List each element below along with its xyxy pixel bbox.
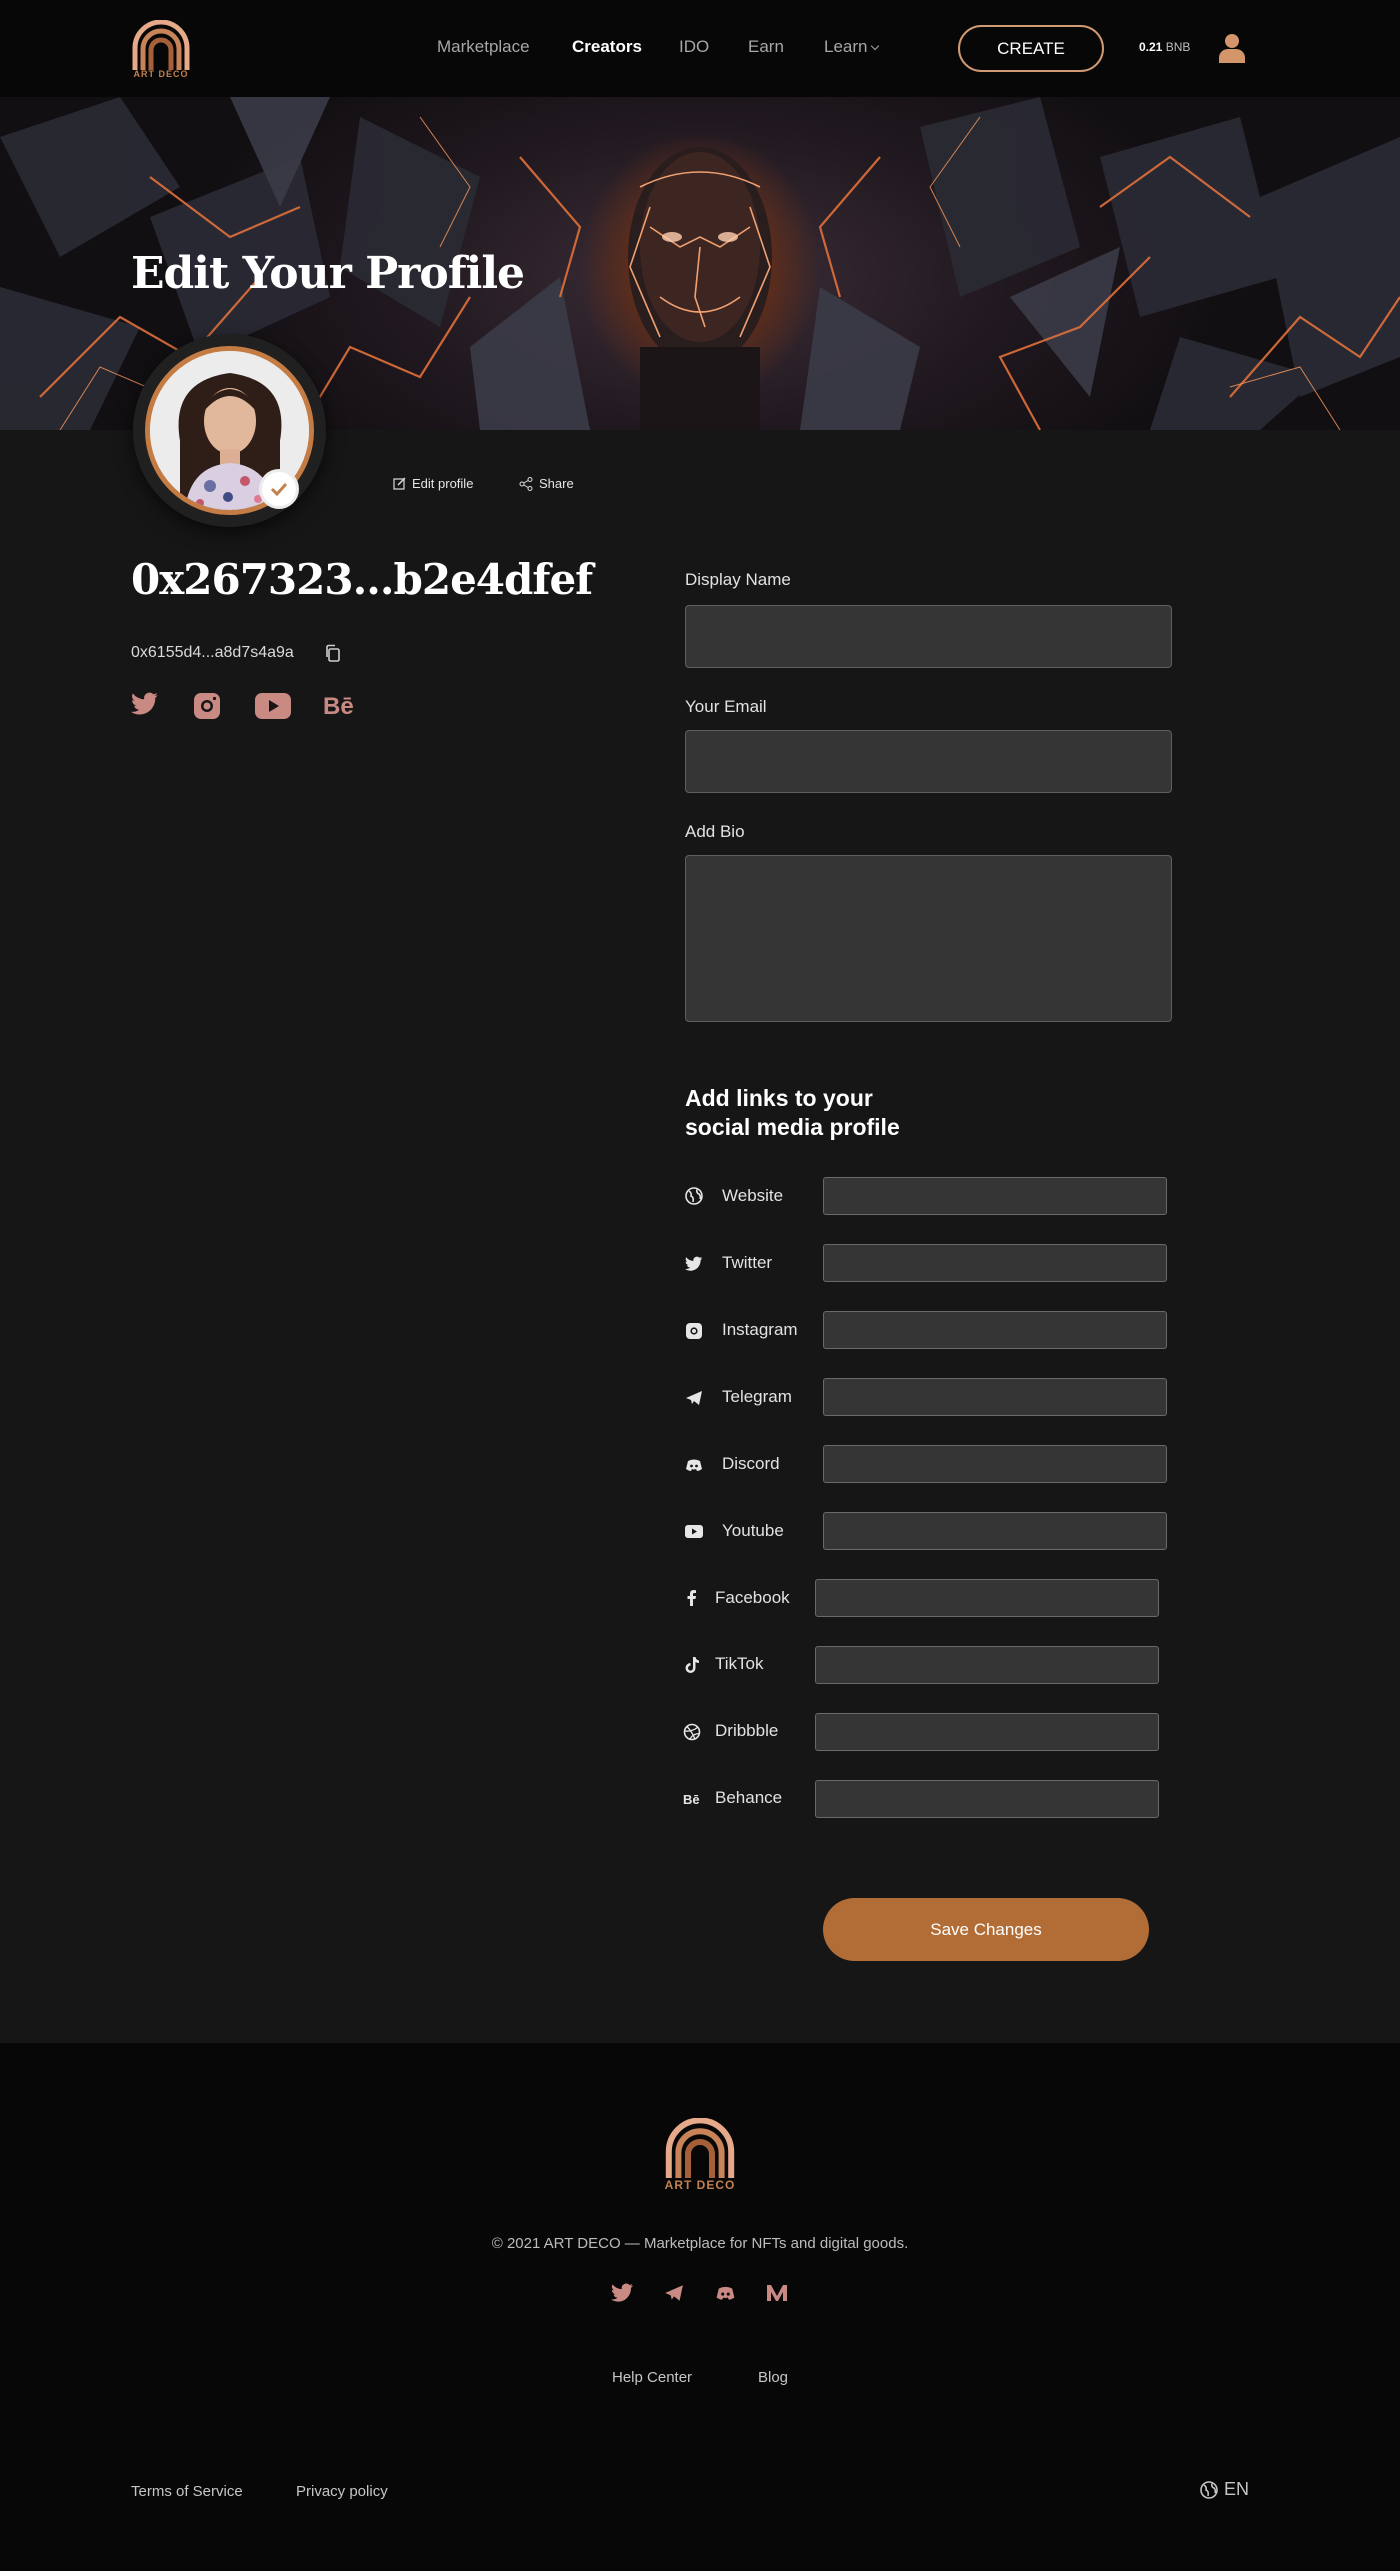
medium-icon[interactable]: [766, 2283, 788, 2303]
footer: ART DECO © 2021 ART DECO — Marketplace f…: [0, 2043, 1400, 2571]
user-account-icon[interactable]: [1219, 33, 1245, 63]
logo-text: ART DECO: [133, 69, 189, 79]
email-input[interactable]: [685, 730, 1172, 793]
share-icon: [519, 476, 533, 491]
instagram-icon: [686, 1323, 702, 1339]
website-input[interactable]: [823, 1177, 1167, 1215]
behance-icon: Bē: [683, 1792, 700, 1807]
display-name-label: Display Name: [685, 570, 791, 589]
social-links-heading-line1: Add links to your: [685, 1085, 873, 1111]
profile-avatar[interactable]: [133, 334, 326, 527]
twitter-input[interactable]: [823, 1244, 1167, 1282]
link-label-twitter: Twitter: [722, 1253, 773, 1272]
discord-icon[interactable]: [714, 2283, 737, 2303]
terms-of-service-link[interactable]: Terms of Service: [131, 2483, 243, 2500]
short-wallet-address: 0x6155d4...a8d7s4a9a: [131, 644, 294, 661]
link-label-website: Website: [722, 1186, 784, 1205]
social-links-heading: Add links to your social media profile: [685, 1084, 945, 1142]
twitter-icon: [685, 1256, 703, 1271]
facebook-input[interactable]: [815, 1579, 1159, 1617]
balance-unit: BNB: [1165, 40, 1191, 54]
art-deco-logo[interactable]: ART DECO: [131, 19, 191, 82]
discord-icon: [686, 1459, 702, 1471]
share-link[interactable]: Share: [519, 476, 574, 491]
globe-icon: [1200, 2480, 1218, 2499]
youtube-icon[interactable]: [255, 692, 291, 720]
wallet-address-title: 0x267323...b2e4dfef: [131, 555, 593, 604]
telegram-input[interactable]: [823, 1378, 1167, 1416]
verified-badge-icon: [259, 469, 299, 509]
page-title: Edit Your Profile: [131, 248, 525, 299]
bio-label: Add Bio: [685, 822, 745, 841]
discord-input[interactable]: [823, 1445, 1167, 1483]
nav-ido[interactable]: IDO: [679, 37, 709, 57]
globe-icon: [685, 1187, 703, 1205]
social-links-heading-line2: social media profile: [685, 1114, 900, 1140]
nav-earn[interactable]: Earn: [748, 37, 784, 57]
privacy-policy-link[interactable]: Privacy policy: [296, 2483, 388, 2500]
link-label-behance: Behance: [715, 1788, 783, 1807]
link-label-youtube: Youtube: [722, 1521, 784, 1540]
behance-icon[interactable]: Bē: [323, 692, 359, 718]
link-label-facebook: Facebook: [715, 1588, 790, 1607]
balance-amount: 0.21: [1139, 40, 1163, 54]
edit-icon: [393, 477, 406, 490]
bio-textarea[interactable]: [685, 855, 1172, 1022]
nav-creators[interactable]: Creators: [572, 37, 642, 57]
share-label: Share: [539, 476, 574, 491]
email-label: Your Email: [685, 697, 767, 716]
rainbow-arch-icon: [132, 19, 190, 70]
nav-learn-label: Learn: [824, 37, 868, 56]
top-navbar: ART DECO Marketplace Creators IDO Earn L…: [0, 0, 1400, 97]
nav-learn[interactable]: Learn: [824, 37, 880, 57]
instagram-input[interactable]: [823, 1311, 1167, 1349]
telegram-icon[interactable]: [663, 2283, 685, 2303]
instagram-icon[interactable]: [193, 692, 221, 720]
link-label-tiktok: TikTok: [715, 1654, 764, 1673]
dribbble-input[interactable]: [815, 1713, 1159, 1751]
create-button[interactable]: CREATE: [958, 25, 1104, 72]
language-label: EN: [1224, 2479, 1250, 2499]
link-label-telegram: Telegram: [722, 1387, 792, 1406]
dribbble-icon: [683, 1723, 701, 1741]
wallet-balance: 0.21 BNB: [1139, 40, 1190, 54]
telegram-icon: [686, 1391, 702, 1405]
link-label-dribbble: Dribbble: [715, 1721, 779, 1740]
twitter-icon[interactable]: [131, 692, 159, 716]
blog-link[interactable]: Blog: [758, 2369, 788, 2386]
svg-text:Bē: Bē: [323, 693, 354, 718]
behance-input[interactable]: [815, 1780, 1159, 1818]
tiktok-icon: [685, 1657, 699, 1673]
twitter-icon[interactable]: [611, 2283, 634, 2303]
chevron-down-icon: [871, 41, 880, 51]
language-selector[interactable]: EN: [1200, 2479, 1249, 2500]
display-name-input[interactable]: [685, 605, 1172, 668]
svg-text:Bē: Bē: [683, 1792, 700, 1807]
nav-marketplace[interactable]: Marketplace: [437, 37, 530, 57]
youtube-input[interactable]: [823, 1512, 1167, 1550]
youtube-icon: [685, 1525, 703, 1538]
save-changes-button[interactable]: Save Changes: [823, 1898, 1149, 1961]
facebook-icon: [687, 1590, 696, 1606]
edit-profile-link[interactable]: Edit profile: [393, 476, 473, 491]
link-label-discord: Discord: [722, 1454, 780, 1473]
tiktok-input[interactable]: [815, 1646, 1159, 1684]
footer-logo[interactable]: ART DECO: [664, 2117, 736, 2196]
help-center-link[interactable]: Help Center: [612, 2369, 692, 2386]
edit-profile-label: Edit profile: [412, 476, 474, 491]
link-label-instagram: Instagram: [722, 1320, 798, 1339]
copyright-text: © 2021 ART DECO — Marketplace for NFTs a…: [491, 2235, 909, 2252]
footer-logo-text: ART DECO: [664, 2178, 736, 2192]
rainbow-arch-icon: [665, 2117, 735, 2178]
copy-icon[interactable]: [324, 644, 342, 663]
